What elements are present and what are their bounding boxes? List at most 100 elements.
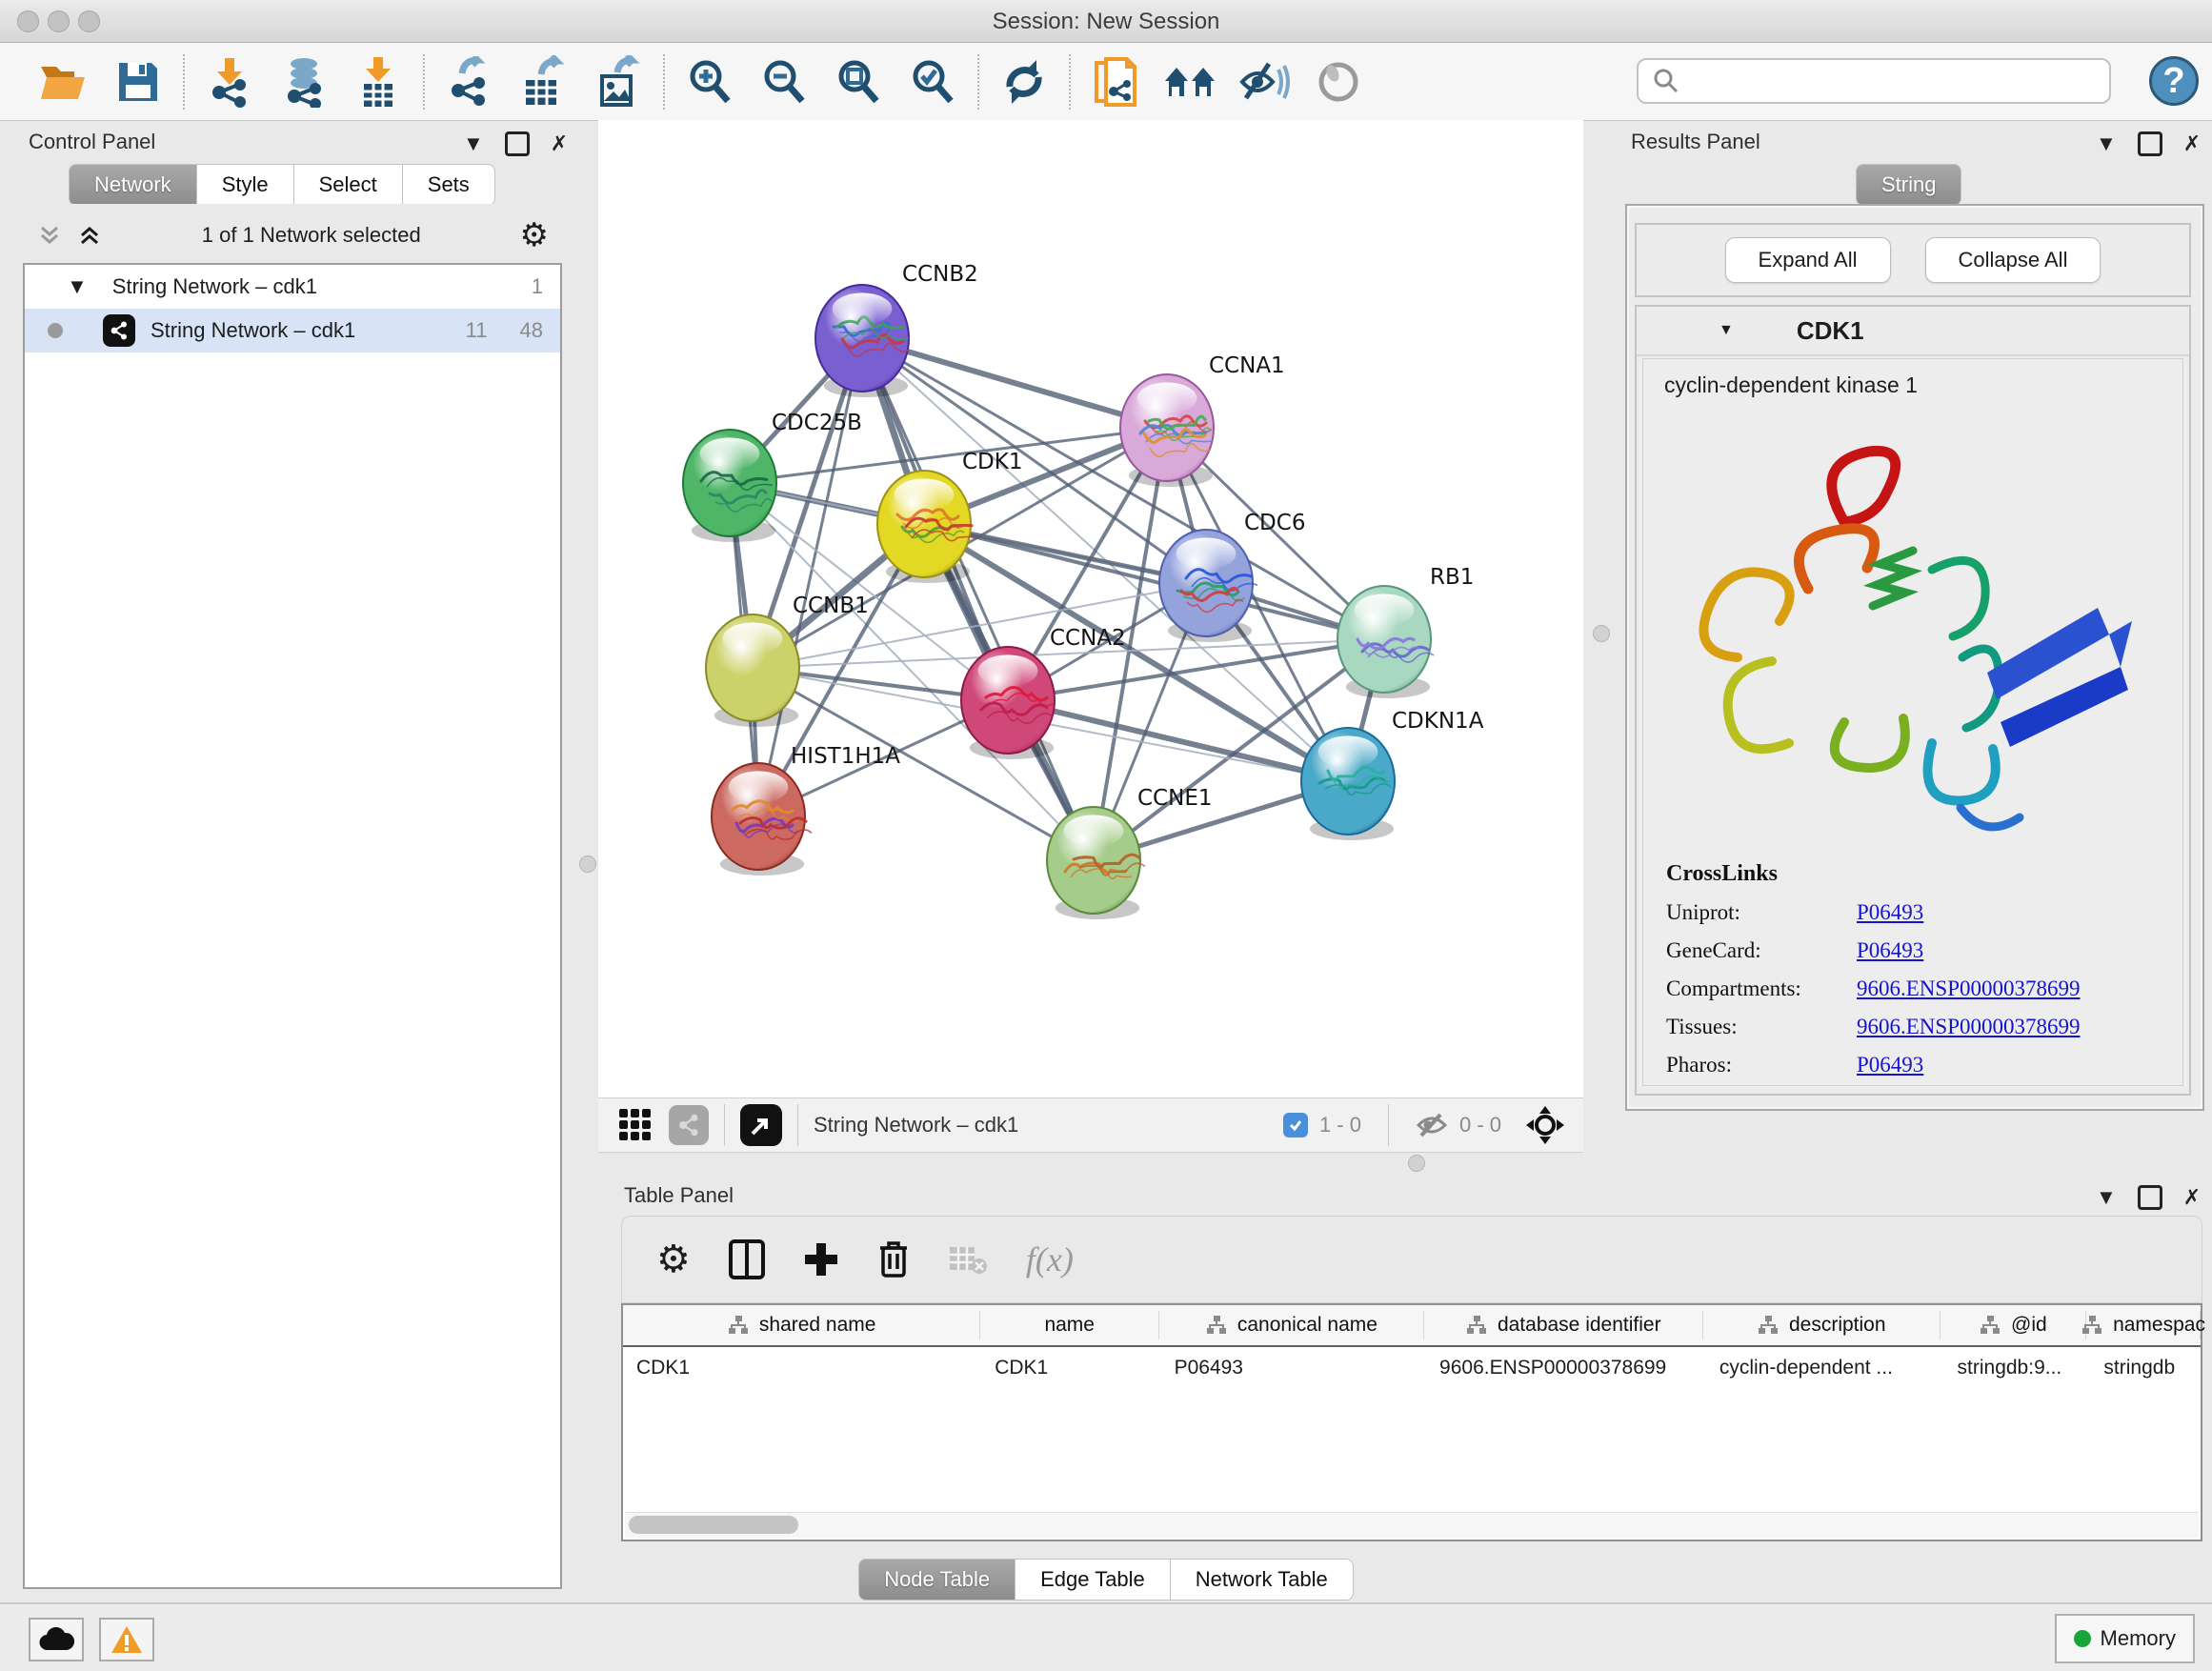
collapse-all-button[interactable]: Collapse All: [1925, 237, 2101, 283]
crosslink-link[interactable]: 9606.ENSP00000378699: [1857, 1015, 2081, 1039]
expand-all-button[interactable]: Expand All: [1725, 237, 1891, 283]
clone-network-button[interactable]: [1078, 49, 1153, 115]
column-header-description[interactable]: description: [1703, 1311, 1941, 1339]
crosslink-row: Compartments:9606.ENSP00000378699: [1643, 976, 2182, 1001]
refresh-button[interactable]: [987, 49, 1061, 115]
tab-network-table[interactable]: Network Table: [1171, 1559, 1354, 1601]
memory-button[interactable]: Memory: [2055, 1614, 2195, 1663]
network-node-CCNB1[interactable]: CCNB1: [706, 594, 869, 727]
gear-icon[interactable]: ⚙: [520, 219, 549, 252]
tab-sets[interactable]: Sets: [403, 164, 495, 206]
import-network-file-button[interactable]: [192, 49, 267, 115]
column-header-name[interactable]: name: [980, 1311, 1159, 1339]
column-header-namespac[interactable]: namespac: [2086, 1311, 2201, 1339]
tab-select[interactable]: Select: [294, 164, 403, 206]
import-table-button[interactable]: [341, 49, 415, 115]
network-collection-row[interactable]: ▼ String Network – cdk1 1: [25, 265, 560, 309]
panel-collapse-icon[interactable]: ▼: [463, 133, 484, 154]
tab-string[interactable]: String: [1856, 164, 1961, 206]
network-node-CDC25B[interactable]: CDC25B: [683, 411, 862, 542]
network-node-CDK1[interactable]: CDK1: [877, 450, 1023, 583]
crosslink-link[interactable]: P06493: [1857, 900, 1923, 925]
help-button[interactable]: ?: [2149, 56, 2199, 106]
collection-expand-icon[interactable]: ▼: [67, 274, 88, 299]
open-in-window-icon[interactable]: [740, 1104, 782, 1146]
network-node-CCNE1[interactable]: CCNE1: [1047, 786, 1213, 919]
network-node-CCNB2[interactable]: CCNB2: [815, 262, 978, 397]
string-view-icon[interactable]: [669, 1105, 709, 1145]
open-file-button[interactable]: [27, 49, 101, 115]
panel-collapse-icon[interactable]: ▼: [2096, 133, 2117, 154]
column-header-database-identifier[interactable]: database identifier: [1424, 1311, 1703, 1339]
table-gear-icon[interactable]: ⚙: [656, 1240, 691, 1278]
save-session-button[interactable]: [101, 49, 175, 115]
warning-button[interactable]: [99, 1618, 154, 1661]
show-glyphs-button[interactable]: [1301, 49, 1376, 115]
zoom-in-button[interactable]: [673, 49, 747, 115]
search-input[interactable]: [1637, 58, 2111, 104]
table-row[interactable]: CDK1CDK1P064939606.ENSP00000378699cyclin…: [623, 1347, 2201, 1389]
panel-close-icon[interactable]: ✗: [2183, 1187, 2201, 1208]
node-label-CCNA2: CCNA2: [1050, 626, 1126, 651]
collapse-all-icon[interactable]: [36, 222, 63, 249]
status-bar: Memory: [0, 1602, 2212, 1671]
right-splitter-handle[interactable]: [1593, 625, 1610, 642]
zoom-selected-button[interactable]: [895, 49, 970, 115]
left-splitter-handle[interactable]: [579, 856, 596, 873]
network-node-RB1[interactable]: RB1: [1337, 565, 1474, 698]
network-node-CCNA1[interactable]: CCNA1: [1120, 353, 1285, 487]
results-panel-title: Results Panel: [1631, 130, 1760, 166]
table-cell: CDK1: [981, 1357, 1160, 1379]
scrollbar-thumb[interactable]: [629, 1516, 798, 1534]
export-image-button[interactable]: [581, 49, 655, 115]
network-edge-CCNB2-CCNE1[interactable]: [862, 338, 1094, 860]
string-home-button[interactable]: [1153, 49, 1227, 115]
panel-float-icon[interactable]: [2138, 131, 2162, 156]
tab-node-table[interactable]: Node Table: [858, 1559, 1016, 1601]
hide-glyphs-button[interactable]: [1227, 49, 1301, 115]
memory-label: Memory: [2101, 1626, 2176, 1651]
crosshair-icon[interactable]: [1526, 1106, 1564, 1144]
import-network-database-button[interactable]: [267, 49, 341, 115]
panel-close-icon[interactable]: ✗: [551, 133, 568, 154]
network-node-HIST1H1A[interactable]: HIST1H1A: [712, 744, 900, 876]
table-cell: 9606.ENSP00000378699: [1426, 1357, 1706, 1379]
protein-structure-image: [1646, 408, 2180, 856]
table-tabs: Node TableEdge TableNetwork Table: [0, 1559, 2212, 1601]
delete-column-icon[interactable]: [877, 1239, 910, 1279]
zoom-out-button[interactable]: [747, 49, 821, 115]
cdk1-section: ▼ CDK1 cyclin-dependent kinase 1 CrossLi…: [1635, 305, 2191, 1096]
birds-eye-view-icon[interactable]: [619, 1109, 652, 1141]
split-columns-icon[interactable]: [729, 1239, 765, 1279]
cloud-button[interactable]: [29, 1618, 84, 1661]
tab-network[interactable]: Network: [69, 164, 197, 206]
tab-style[interactable]: Style: [197, 164, 294, 206]
node-table[interactable]: shared namenamecanonical namedatabase id…: [621, 1303, 2202, 1541]
table-cell: CDK1: [623, 1357, 981, 1379]
column-header-shared-name[interactable]: shared name: [623, 1311, 980, 1339]
export-table-button[interactable]: [507, 49, 581, 115]
node-label-CCNE1: CCNE1: [1137, 786, 1213, 811]
network-canvas[interactable]: CCNB2 CCNA1 CDC25BCDK1 CDC6RB1 CCNB1 CCNA2 CDK…: [598, 120, 1583, 1097]
network-node-CDKN1A[interactable]: CDKN1A: [1301, 709, 1484, 840]
zoom-fit-button[interactable]: [821, 49, 895, 115]
column-header-@id[interactable]: @id: [1941, 1311, 2086, 1339]
network-row[interactable]: String Network – cdk1 11 48: [25, 309, 560, 352]
column-header-canonical-name[interactable]: canonical name: [1159, 1311, 1424, 1339]
tab-edge-table[interactable]: Edge Table: [1016, 1559, 1171, 1601]
panel-collapse-icon[interactable]: ▼: [2096, 1187, 2117, 1208]
crosslink-link[interactable]: P06493: [1857, 938, 1923, 963]
section-collapse-icon[interactable]: ▼: [1719, 322, 1734, 339]
expand-all-icon[interactable]: [76, 222, 103, 249]
crosslink-link[interactable]: 9606.ENSP00000378699: [1857, 976, 2081, 1001]
panel-close-icon[interactable]: ✗: [2183, 133, 2201, 154]
selected-checkbox-icon[interactable]: [1283, 1113, 1308, 1137]
add-column-icon[interactable]: [803, 1241, 839, 1278]
crosslink-link[interactable]: P06493: [1857, 1053, 1923, 1077]
panel-float-icon[interactable]: [2138, 1185, 2162, 1210]
export-network-button[interactable]: [432, 49, 507, 115]
bottom-splitter-handle[interactable]: [1408, 1155, 1425, 1172]
panel-float-icon[interactable]: [505, 131, 530, 156]
network-node-CDC6[interactable]: CDC6: [1159, 511, 1305, 642]
table-horizontal-scrollbar[interactable]: [625, 1512, 2199, 1538]
